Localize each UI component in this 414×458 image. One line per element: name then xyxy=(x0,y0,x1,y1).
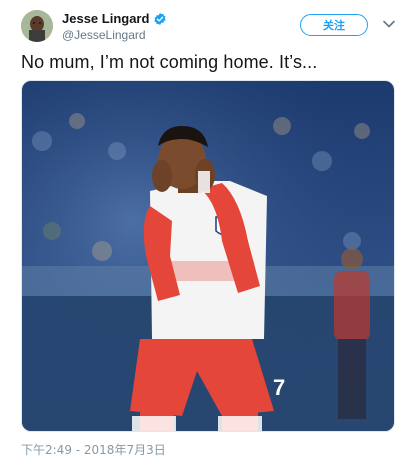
verified-badge-icon xyxy=(153,12,167,26)
follow-button[interactable]: 关注 xyxy=(300,14,368,36)
author-name[interactable]: Jesse Lingard xyxy=(62,11,167,26)
shirt-number: 7 xyxy=(273,375,285,400)
tweet-photo[interactable]: 7 xyxy=(21,80,395,432)
chevron-down-icon[interactable] xyxy=(382,17,396,31)
tweet-header: Jesse Lingard @JesseLingard 关注 xyxy=(0,0,414,50)
tweet-text: No mum, I’m not coming home. It’s... xyxy=(21,52,318,72)
author-avatar[interactable] xyxy=(21,10,53,42)
author-name-text: Jesse Lingard xyxy=(62,11,150,26)
author-handle[interactable]: @JesseLingard xyxy=(62,28,146,42)
